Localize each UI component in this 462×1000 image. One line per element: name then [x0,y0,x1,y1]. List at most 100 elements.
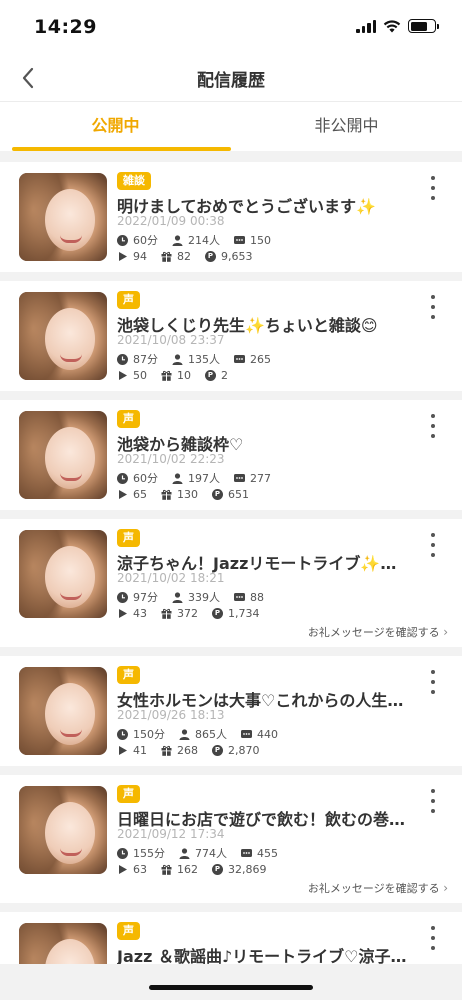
plays-stat: 43 [117,607,147,620]
category-badge: 声 [117,785,140,803]
more-dot [431,946,435,950]
point-icon: P [212,745,223,756]
list-item[interactable]: 声 池袋から雑談枠♡ 2021/10/02 22:23 60分 197人 277… [0,400,462,519]
tab-private[interactable]: 非公開中 [231,103,462,151]
viewers-stat: 197人 [172,470,220,486]
person-icon [179,847,190,859]
points-stat: P 651 [212,488,249,501]
list-item[interactable]: 声 池袋しくじり先生✨ちょいと雑談😊 2021/10/08 23:37 87分 … [0,281,462,400]
viewers-stat: 135人 [172,351,220,367]
more-options-button[interactable] [426,789,440,813]
points-stat: P 2,870 [212,744,260,757]
battery-icon [408,19,439,33]
thanks-message-link[interactable]: お礼メッセージを確認する › [308,880,448,896]
person-icon [172,353,183,365]
stats-row: 60分 214人 150 [117,232,271,248]
comments-stat: 265 [234,353,271,366]
category-badge: 声 [117,922,140,940]
stats-row: 150分 865人 440 [117,726,278,742]
point-icon: P [212,489,223,500]
point-icon: P [205,370,216,381]
gifts-value: 130 [177,488,198,501]
chevron-right-icon: › [443,881,448,895]
broadcast-date: 2021/10/02 22:23 [117,452,225,466]
gift-icon [161,251,172,262]
comment-icon [234,592,245,601]
more-dot [431,434,435,438]
viewers-value: 339人 [188,591,220,604]
plays-stat: 41 [117,744,147,757]
list-item[interactable]: 雑談 明けましておめでとうございます✨ 2022/01/09 00:38 60分… [0,162,462,281]
comments-value: 88 [250,590,264,604]
more-dot [431,809,435,813]
more-options-button[interactable] [426,670,440,694]
more-dot [431,176,435,180]
more-options-button[interactable] [426,176,440,200]
broadcast-date: 2021/10/08 23:37 [117,333,225,347]
more-options-button[interactable] [426,414,440,438]
person-icon [172,591,183,603]
plays-stat: 94 [117,250,147,263]
point-icon: P [205,251,216,262]
duration-stat: 60分 [117,470,158,486]
play-icon [119,746,127,755]
person-icon [172,234,183,246]
more-options-button[interactable] [426,295,440,319]
more-dot [431,553,435,557]
more-dot [431,799,435,803]
broadcast-thumbnail [19,786,107,874]
comment-icon [234,354,245,363]
broadcast-thumbnail [19,173,107,261]
list-item[interactable]: 声 女性ホルモンは大事♡これからの人生… 2021/09/26 18:13 15… [0,656,462,775]
list-item[interactable]: 声 涼子ちゃん！Jazzリモートライブ✨1… 2021/10/02 18:21 … [0,519,462,656]
gifts-stat: 268 [161,744,198,757]
stats-row-2: 65 130 P 651 [117,488,249,501]
comment-icon [241,729,252,738]
viewers-stat: 214人 [172,232,220,248]
comments-stat: 440 [241,728,278,741]
points-stat: P 32,869 [212,863,267,876]
more-dot [431,315,435,319]
points-value: 2 [221,369,228,382]
viewers-value: 135人 [188,353,220,366]
tab-public[interactable]: 公開中 [0,103,231,151]
tab-label: 非公開中 [314,116,379,135]
chevron-right-icon: › [443,625,448,639]
points-value: 9,653 [221,250,253,263]
comments-stat: 455 [241,847,278,860]
clock-icon [117,728,128,740]
gifts-value: 82 [177,250,191,263]
gift-icon [161,608,172,619]
comments-value: 455 [257,846,278,860]
broadcast-thumbnail [19,292,107,380]
more-dot [431,926,435,930]
plays-value: 50 [133,369,147,382]
nav-bar: 配信履歴 [0,54,462,102]
plays-value: 94 [133,250,147,263]
list-item[interactable]: 声 日曜日にお店で遊びで飲む！飲むの巻… 2021/09/12 17:34 15… [0,775,462,912]
more-dot [431,936,435,940]
category-badge: 声 [117,529,140,547]
stats-row: 155分 774人 455 [117,845,278,861]
status-time: 14:29 [34,16,97,38]
signal-icon [356,19,376,33]
more-dot [431,533,435,537]
stats-row: 97分 339人 88 [117,589,264,605]
clock-icon [117,234,128,246]
thanks-message-link[interactable]: お礼メッセージを確認する › [308,624,448,640]
more-dot [431,543,435,547]
points-value: 651 [228,488,249,501]
more-dot [431,424,435,428]
points-stat: P 2 [205,369,228,382]
more-options-button[interactable] [426,926,440,950]
comments-stat: 88 [234,591,264,604]
stats-row-2: 41 268 P 2,870 [117,744,260,757]
comments-value: 150 [250,233,271,247]
plays-stat: 65 [117,488,147,501]
thanks-message-label: お礼メッセージを確認する [307,626,444,639]
duration-stat: 60分 [117,232,158,248]
plays-value: 63 [133,863,147,876]
more-options-button[interactable] [426,533,440,557]
more-dot [431,295,435,299]
plays-value: 43 [133,607,147,620]
